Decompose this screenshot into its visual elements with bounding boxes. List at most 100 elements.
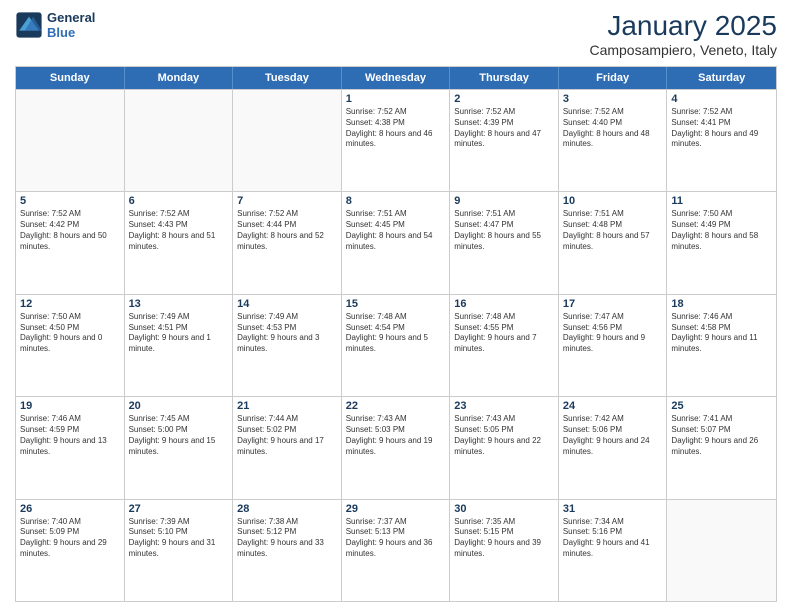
calendar-cell [667,500,776,601]
cell-details: Sunrise: 7:41 AMSunset: 5:07 PMDaylight:… [671,414,772,457]
calendar-cell: 26Sunrise: 7:40 AMSunset: 5:09 PMDayligh… [16,500,125,601]
calendar-cell: 11 Sunrise: 7:50 AMSunset: 4:49 PMDayligh… [667,192,776,293]
day-number: 6 [129,195,229,207]
calendar-cell: 12 Sunrise: 7:50 AMSunset: 4:50 PMDayligh… [16,295,125,396]
day-number: 26 [20,503,120,515]
calendar-cell: 30Sunrise: 7:35 AMSunset: 5:15 PMDayligh… [450,500,559,601]
cell-details: Sunrise: 7:46 AMSunset: 4:58 PMDaylight:… [671,312,772,355]
day-number: 17 [563,298,663,310]
calendar-cell: 1 Sunrise: 7:52 AMSunset: 4:38 PMDaylight… [342,90,451,191]
calendar-cell: 20 Sunrise: 7:45 AMSunset: 5:00 PMDayligh… [125,397,234,498]
calendar-cell: 28Sunrise: 7:38 AMSunset: 5:12 PMDayligh… [233,500,342,601]
day-of-week-header: Sunday [16,67,125,89]
calendar-cell [16,90,125,191]
cell-details: Sunrise: 7:49 AMSunset: 4:51 PMDaylight:… [129,312,229,355]
cell-details: Sunrise: 7:34 AMSunset: 5:16 PMDaylight:… [563,517,663,560]
day-number: 11 [671,195,772,207]
calendar-cell: 9 Sunrise: 7:51 AMSunset: 4:47 PMDaylight… [450,192,559,293]
calendar-cell: 21 Sunrise: 7:44 AMSunset: 5:02 PMDayligh… [233,397,342,498]
day-number: 20 [129,400,229,412]
calendar-cell: 8 Sunrise: 7:51 AMSunset: 4:45 PMDaylight… [342,192,451,293]
calendar-cell: 24 Sunrise: 7:42 AMSunset: 5:06 PMDayligh… [559,397,668,498]
calendar-cell: 22 Sunrise: 7:43 AMSunset: 5:03 PMDayligh… [342,397,451,498]
calendar-cell: 14Sunrise: 7:49 AMSunset: 4:53 PMDayligh… [233,295,342,396]
calendar-cell: 18 Sunrise: 7:46 AMSunset: 4:58 PMDayligh… [667,295,776,396]
cell-details: Sunrise: 7:48 AMSunset: 4:54 PMDaylight:… [346,312,446,355]
day-number: 27 [129,503,229,515]
calendar-cell: 31 Sunrise: 7:34 AMSunset: 5:16 PMDayligh… [559,500,668,601]
day-of-week-header: Tuesday [233,67,342,89]
day-of-week-header: Thursday [450,67,559,89]
cell-details: Sunrise: 7:50 AMSunset: 4:49 PMDaylight:… [671,209,772,252]
day-of-week-header: Monday [125,67,234,89]
cell-details: Sunrise: 7:38 AMSunset: 5:12 PMDaylight:… [237,517,337,560]
day-number: 14 [237,298,337,310]
cell-details: Sunrise: 7:50 AMSunset: 4:50 PMDaylight:… [20,312,120,355]
cell-details: Sunrise: 7:47 AMSunset: 4:56 PMDaylight:… [563,312,663,355]
cell-details: Sunrise: 7:37 AMSunset: 5:13 PMDaylight:… [346,517,446,560]
day-number: 8 [346,195,446,207]
day-of-week-header: Wednesday [342,67,451,89]
calendar-cell: 7Sunrise: 7:52 AMSunset: 4:44 PMDaylight… [233,192,342,293]
day-number: 12 [20,298,120,310]
cell-details: Sunrise: 7:51 AMSunset: 4:48 PMDaylight:… [563,209,663,252]
day-number: 18 [671,298,772,310]
day-number: 16 [454,298,554,310]
calendar-cell: 15Sunrise: 7:48 AMSunset: 4:54 PMDayligh… [342,295,451,396]
cell-details: Sunrise: 7:45 AMSunset: 5:00 PMDaylight:… [129,414,229,457]
calendar-cell: 5 Sunrise: 7:52 AMSunset: 4:42 PMDaylight… [16,192,125,293]
cell-details: Sunrise: 7:51 AMSunset: 4:45 PMDaylight:… [346,209,446,252]
day-number: 9 [454,195,554,207]
day-number: 23 [454,400,554,412]
day-number: 2 [454,93,554,105]
day-number: 19 [20,400,120,412]
logo: General Blue [15,10,95,40]
month-title: January 2025 [589,10,777,42]
calendar-cell [233,90,342,191]
calendar-cell: 2 Sunrise: 7:52 AMSunset: 4:39 PMDaylight… [450,90,559,191]
day-number: 5 [20,195,120,207]
day-of-week-header: Friday [559,67,668,89]
cell-details: Sunrise: 7:52 AMSunset: 4:43 PMDaylight:… [129,209,229,252]
calendar-cell: 6 Sunrise: 7:52 AMSunset: 4:43 PMDaylight… [125,192,234,293]
logo-text: General Blue [47,10,95,40]
day-number: 22 [346,400,446,412]
day-number: 29 [346,503,446,515]
day-number: 10 [563,195,663,207]
day-number: 24 [563,400,663,412]
cell-details: Sunrise: 7:35 AMSunset: 5:15 PMDaylight:… [454,517,554,560]
day-number: 21 [237,400,337,412]
calendar-week-row: 5 Sunrise: 7:52 AMSunset: 4:42 PMDaylight… [16,191,776,293]
cell-details: Sunrise: 7:52 AMSunset: 4:41 PMDaylight:… [671,107,772,150]
page: General Blue January 2025 Camposampiero,… [0,0,792,612]
calendar-header: SundayMondayTuesdayWednesdayThursdayFrid… [16,67,776,89]
cell-details: Sunrise: 7:42 AMSunset: 5:06 PMDaylight:… [563,414,663,457]
calendar-cell: 25Sunrise: 7:41 AMSunset: 5:07 PMDayligh… [667,397,776,498]
cell-details: Sunrise: 7:52 AMSunset: 4:39 PMDaylight:… [454,107,554,150]
cell-details: Sunrise: 7:43 AMSunset: 5:03 PMDaylight:… [346,414,446,457]
calendar-cell: 4 Sunrise: 7:52 AMSunset: 4:41 PMDaylight… [667,90,776,191]
calendar-week-row: 19 Sunrise: 7:46 AMSunset: 4:59 PMDayligh… [16,396,776,498]
cell-details: Sunrise: 7:46 AMSunset: 4:59 PMDaylight:… [20,414,120,457]
calendar-cell: 19 Sunrise: 7:46 AMSunset: 4:59 PMDayligh… [16,397,125,498]
day-number: 13 [129,298,229,310]
day-number: 4 [671,93,772,105]
cell-details: Sunrise: 7:52 AMSunset: 4:44 PMDaylight:… [237,209,337,252]
cell-details: Sunrise: 7:52 AMSunset: 4:38 PMDaylight:… [346,107,446,150]
header: General Blue January 2025 Camposampiero,… [15,10,777,58]
day-number: 1 [346,93,446,105]
calendar-week-row: 1 Sunrise: 7:52 AMSunset: 4:38 PMDaylight… [16,89,776,191]
calendar-cell: 16Sunrise: 7:48 AMSunset: 4:55 PMDayligh… [450,295,559,396]
cell-details: Sunrise: 7:51 AMSunset: 4:47 PMDaylight:… [454,209,554,252]
calendar-cell [125,90,234,191]
day-number: 31 [563,503,663,515]
cell-details: Sunrise: 7:52 AMSunset: 4:40 PMDaylight:… [563,107,663,150]
day-of-week-header: Saturday [667,67,776,89]
cell-details: Sunrise: 7:52 AMSunset: 4:42 PMDaylight:… [20,209,120,252]
cell-details: Sunrise: 7:44 AMSunset: 5:02 PMDaylight:… [237,414,337,457]
calendar-cell: 3Sunrise: 7:52 AMSunset: 4:40 PMDaylight… [559,90,668,191]
logo-icon [15,11,43,39]
cell-details: Sunrise: 7:39 AMSunset: 5:10 PMDaylight:… [129,517,229,560]
calendar-cell: 17 Sunrise: 7:47 AMSunset: 4:56 PMDayligh… [559,295,668,396]
cell-details: Sunrise: 7:43 AMSunset: 5:05 PMDaylight:… [454,414,554,457]
